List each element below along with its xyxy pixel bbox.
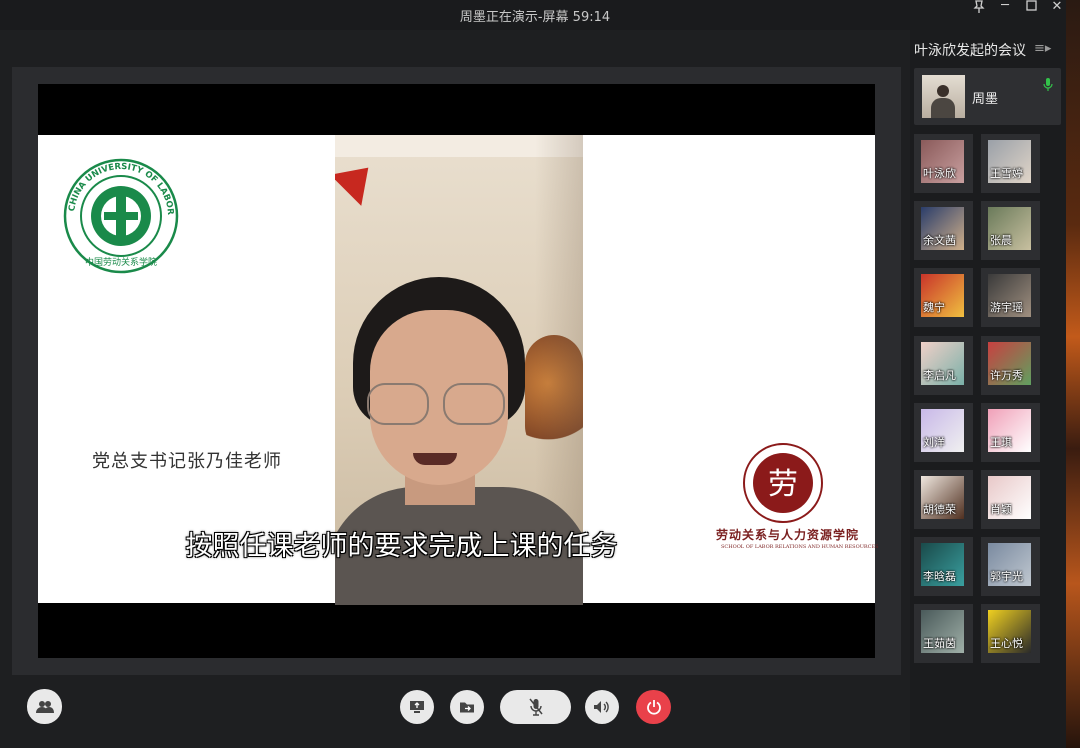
pin-icon[interactable] [970, 0, 988, 18]
desktop-edge [1066, 0, 1080, 748]
mic-button[interactable] [500, 690, 571, 724]
participant-tile[interactable]: 肖颖 [981, 470, 1040, 529]
participant-tile[interactable]: 魏宁 [914, 268, 973, 328]
mic-muted-icon [528, 698, 543, 716]
speaker-icon [594, 701, 609, 713]
people-icon [35, 700, 54, 713]
participant-tile[interactable]: 张晨 [981, 201, 1040, 261]
maximize-icon[interactable] [1022, 0, 1040, 15]
file-transfer-icon [460, 702, 474, 713]
participant-name: 余文茜 [923, 234, 956, 248]
presenter-card[interactable]: 周墨 [914, 68, 1061, 125]
participant-name: 肖颖 [990, 503, 1012, 516]
participant-tile[interactable]: 李晗磊 [914, 537, 973, 597]
participant-panel: ─ ✕ 叶泳欣发起的会议 ≡▸ 周墨 叶泳欣 王雪婷余文茜 张晨魏宁 游宇瑶李启凡 许万… [910, 0, 1080, 748]
participant-name: 叶泳欣 [923, 167, 956, 180]
school-logo: 劳 [743, 443, 823, 523]
svg-text:劳: 劳 [768, 467, 798, 502]
participant-name: 王琪 [990, 435, 1012, 449]
participant-tile[interactable]: 李启凡 [914, 335, 973, 395]
speaker-button[interactable] [585, 690, 619, 724]
participant-name: 张晨 [990, 234, 1012, 248]
share-screen-icon [410, 701, 424, 713]
participant-name: 刘洋 [923, 435, 945, 449]
share-screen-button[interactable] [400, 690, 434, 724]
participant-tile[interactable]: 叶泳欣 [914, 134, 973, 193]
end-meeting-button[interactable] [636, 690, 671, 724]
svg-text:中国劳动关系学院: 中国劳动关系学院 [85, 256, 157, 268]
participant-tile[interactable]: 王琪 [981, 402, 1040, 462]
participant-tile[interactable]: 刘洋 [914, 402, 973, 462]
participant-tile[interactable]: 许万秀 [981, 335, 1040, 395]
participant-name: 游宇瑶 [990, 301, 1023, 315]
meeting-title: 叶泳欣发起的会议 [914, 43, 1026, 59]
participant-tile[interactable]: 胡德荣 [914, 470, 973, 529]
participant-tile[interactable]: 王茹茵 [914, 604, 973, 664]
participant-name: 李启凡 [923, 368, 956, 382]
participant-name: 王雪婷 [990, 167, 1023, 180]
presenter-name: 周墨 [972, 92, 999, 107]
participant-name: 魏宁 [923, 301, 945, 315]
participant-name: 王茹茵 [923, 637, 956, 651]
participant-name: 胡德荣 [923, 503, 956, 516]
avatar [922, 75, 965, 118]
subtitle: 按照任课老师的要求完成上课的任务 [185, 531, 618, 562]
participant-tile[interactable]: 余文茜 [914, 201, 973, 261]
list-menu-icon[interactable]: ≡▸ [1034, 41, 1051, 56]
participants-button[interactable] [27, 689, 62, 724]
participant-tile[interactable]: 王雪婷 [981, 134, 1040, 193]
participant-name: 许万秀 [990, 368, 1023, 382]
participant-tile[interactable]: 王心悦 [981, 604, 1040, 664]
minimize-icon[interactable]: ─ [996, 0, 1014, 13]
participant-name: 李晗磊 [923, 570, 956, 584]
file-transfer-button[interactable] [450, 690, 484, 724]
participant-name: 郭宇光 [990, 570, 1023, 584]
participant-tile[interactable]: 郭宇光 [981, 537, 1040, 597]
participant-name: 王心悦 [990, 637, 1023, 651]
mic-on-icon [1043, 78, 1053, 91]
participant-tile[interactable]: 游宇瑶 [981, 268, 1040, 328]
power-icon [646, 700, 661, 715]
slide-caption: 党总支书记张乃佳老师 [92, 451, 282, 472]
close-icon[interactable]: ✕ [1048, 0, 1066, 14]
university-logo: CHINA UNIVERSITY OF LABOR RELATIONS 中国劳动… [62, 157, 179, 274]
